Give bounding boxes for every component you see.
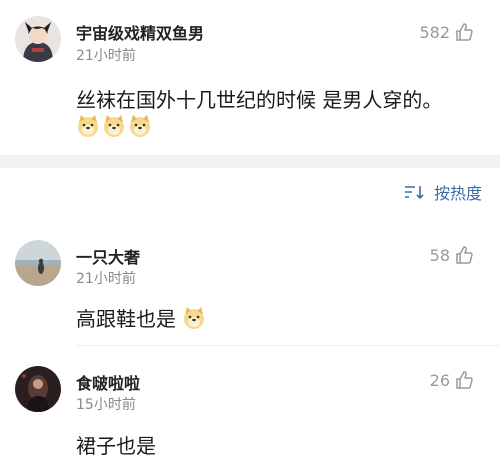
like-button[interactable]: 582 [419, 22, 474, 42]
doge-emoji [78, 115, 98, 137]
section-divider [0, 155, 500, 168]
like-button[interactable]: 58 [430, 245, 474, 265]
comment-text: 丝袜在国外十几世纪的时候 是男人穿的。 [76, 84, 442, 113]
avatar[interactable] [15, 366, 61, 412]
doge-emoji [104, 115, 124, 137]
like-button[interactable]: 26 [430, 370, 474, 390]
doge-emoji [130, 115, 150, 137]
emoji-row [76, 114, 152, 138]
timestamp: 15小时前 [76, 397, 136, 413]
sort-label: 按热度 [433, 184, 482, 203]
comment-separator [76, 345, 500, 346]
comment-text: 高跟鞋也是 [76, 303, 206, 332]
username[interactable]: 宇宙级戏精双鱼男 [76, 20, 204, 44]
like-count: 58 [429, 245, 450, 265]
thumbs-up-icon [456, 246, 473, 264]
comment-body: 高跟鞋也是 [76, 307, 176, 331]
sort-icon [404, 186, 424, 200]
thumbs-up-icon [456, 371, 473, 389]
thumbs-up-icon [456, 23, 473, 41]
timestamp: 21小时前 [76, 271, 136, 287]
avatar[interactable] [15, 16, 61, 62]
username[interactable]: 一只大奢 [76, 244, 140, 268]
comment-body: 丝袜在国外十几世纪的时候 是男人穿的。 [76, 88, 443, 112]
like-count: 582 [419, 22, 450, 42]
avatar[interactable] [15, 240, 61, 286]
doge-emoji [184, 306, 204, 329]
timestamp: 21小时前 [76, 48, 136, 64]
like-count: 26 [429, 370, 450, 390]
comment-text: 裙子也是 [76, 430, 156, 459]
sort-toggle[interactable]: 按热度 [404, 180, 482, 204]
comment-body: 裙子也是 [76, 434, 156, 458]
username[interactable]: 食啵啦啦 [76, 370, 140, 394]
